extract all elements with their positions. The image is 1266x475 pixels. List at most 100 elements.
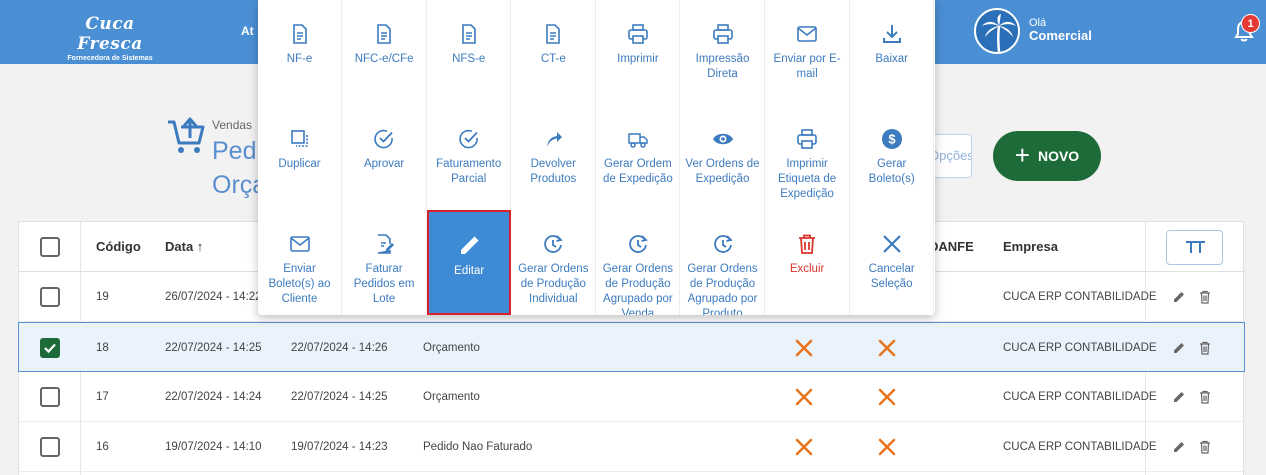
check-icon	[44, 343, 56, 354]
pencil-icon[interactable]	[1171, 289, 1187, 305]
dollar-icon: $	[881, 129, 902, 149]
menu-item-20[interactable]: Gerar Ordens de Produção Individual	[512, 210, 596, 315]
header-data[interactable]: Data ↑	[165, 222, 203, 272]
cell-status: Orçamento	[423, 342, 480, 354]
cell-empresa: CUCA ERP CONTABILIDADE	[1003, 342, 1157, 354]
logo-sub-text: Fornecedora de Sistemas	[67, 55, 153, 62]
menu-item-3[interactable]: NFS-e	[427, 0, 512, 105]
row-actions	[1171, 340, 1215, 358]
menu-item-label: Ver Ordens de Expedição	[685, 158, 760, 185]
menu-item-4[interactable]: CT-e	[512, 0, 596, 105]
close-icon	[882, 235, 901, 253]
cell-data-secondary: 22/07/2024 - 14:25	[291, 391, 388, 403]
row-checkbox[interactable]	[40, 437, 60, 457]
menu-item-label: Faturamento Parcial	[436, 158, 502, 185]
palm-tree-icon	[982, 14, 1016, 52]
menu-item-9[interactable]: Duplicar	[258, 105, 342, 210]
header-codigo[interactable]: Código	[96, 222, 141, 272]
menu-item-1[interactable]: NF-e	[258, 0, 342, 105]
pencil-icon[interactable]	[1171, 389, 1187, 405]
cell-data: 22/07/2024 - 14:24	[165, 391, 262, 403]
menu-item-12[interactable]: Devolver Produtos	[512, 105, 596, 210]
menu-item-label: Gerar Ordens de Produção Agrupado por Pr…	[687, 263, 758, 315]
new-button-label: NOVO	[1037, 148, 1080, 164]
x-mark-icon	[794, 387, 814, 407]
logo[interactable]: Cuca Fresca Fornecedora de Sistemas	[60, 14, 160, 62]
pencil-icon[interactable]	[1171, 439, 1187, 455]
trash-icon[interactable]	[1197, 389, 1213, 405]
menu-item-6[interactable]: Impressão Direta	[681, 0, 765, 105]
header-empresa[interactable]: Empresa	[1003, 222, 1058, 272]
user-name[interactable]: Comercial	[1029, 28, 1092, 43]
menu-item-10[interactable]: Aprovar	[343, 105, 427, 210]
page-subtitle: Orçamentos	[212, 171, 262, 199]
select-all-checkbox[interactable]	[40, 237, 60, 257]
x-mark-icon	[877, 387, 897, 407]
actions-menu: NF-e NFC-e/CFe NFS-e CT-e Imprimir Impressão …	[258, 0, 935, 315]
menu-item-label: Gerar Ordem de Expedição	[603, 158, 673, 185]
pencil-icon[interactable]	[1171, 340, 1187, 356]
menu-item-7[interactable]: Enviar por E-mail	[766, 0, 850, 105]
cell-empresa: CUCA ERP CONTABILIDADE	[1003, 441, 1157, 453]
x-mark-icon	[794, 338, 814, 358]
menu-item-label: Faturar Pedidos em Lote	[353, 263, 415, 305]
menu-item-14[interactable]: Ver Ordens de Expedição	[681, 105, 765, 210]
menu-item-label: Baixar	[875, 53, 908, 65]
x-mark-icon	[794, 437, 814, 457]
cart-icon	[168, 117, 205, 153]
table-row[interactable]: 18 22/07/2024 - 14:25 22/07/2024 - 14:26 Or…	[18, 322, 1245, 372]
row-checkbox[interactable]	[40, 387, 60, 407]
menu-item-24[interactable]: Cancelar Seleção	[850, 210, 935, 315]
trash-icon[interactable]	[1197, 340, 1213, 356]
menu-item-23[interactable]: Excluir	[766, 210, 850, 315]
menu-item-label: Imprimir Etiqueta de Expedição	[778, 158, 837, 200]
row-checkbox[interactable]	[40, 338, 60, 358]
envelope-icon	[289, 236, 310, 252]
row-actions	[1171, 289, 1215, 307]
menu-item-22[interactable]: Gerar Ordens de Produção Agrupado por Pr…	[681, 210, 765, 315]
cell-status: Pedido Nao Faturado	[423, 441, 533, 453]
eye-icon	[712, 133, 733, 145]
cell-data: 22/07/2024 - 14:25	[165, 342, 262, 354]
menu-item-8[interactable]: Baixar	[850, 0, 935, 105]
cell-data-secondary: 22/07/2024 - 14:26	[291, 342, 388, 354]
cell-data-secondary: 19/07/2024 - 14:23	[291, 441, 388, 453]
menu-item-label: Duplicar	[278, 158, 321, 170]
breadcrumb[interactable]: Vendas	[212, 118, 252, 132]
menu-item-16[interactable]: $ Gerar Boleto(s)	[850, 105, 935, 210]
row-checkbox[interactable]	[40, 287, 60, 307]
document-icon	[546, 24, 561, 44]
menu-item-label: NFC-e/CFe	[354, 53, 414, 65]
menu-item-11[interactable]: Faturamento Parcial	[427, 105, 512, 210]
x-mark-icon	[877, 437, 897, 457]
x-mark-icon	[877, 338, 897, 358]
menu-item-21[interactable]: Gerar Ordens de Produção Agrupado por Ve…	[596, 210, 681, 315]
menu-item-18[interactable]: Faturar Pedidos em Lote	[343, 210, 427, 315]
header-danfe[interactable]: DANFE	[929, 222, 974, 272]
avatar[interactable]	[974, 8, 1020, 54]
cell-codigo: 18	[96, 342, 109, 354]
trash-icon[interactable]	[1197, 289, 1213, 305]
trash-icon[interactable]	[1197, 439, 1213, 455]
notification-badge: 1	[1241, 14, 1260, 33]
menu-item-5[interactable]: Imprimir	[596, 0, 681, 105]
duplicate-icon	[290, 130, 308, 147]
cell-data: 26/07/2024 - 14:22	[165, 291, 262, 303]
check-circle-icon	[374, 129, 393, 149]
menu-item-2[interactable]: NFC-e/CFe	[343, 0, 427, 105]
table-row[interactable]: 17 22/07/2024 - 14:24 22/07/2024 - 14:25 Or…	[19, 372, 1245, 422]
menu-item-17[interactable]: Enviar Boleto(s) ao Cliente	[258, 210, 342, 315]
document-icon	[461, 24, 476, 44]
truck-icon	[628, 133, 648, 148]
table-row[interactable]: 16 19/07/2024 - 14:10 19/07/2024 - 14:23 Pe…	[19, 422, 1245, 472]
column-settings-button[interactable]	[1166, 230, 1223, 265]
menu-item-label: Devolver Produtos	[530, 158, 577, 185]
nav-item-partial[interactable]: At	[241, 24, 254, 38]
menu-item-13[interactable]: Gerar Ordem de Expedição	[596, 105, 681, 210]
columns-icon	[1186, 241, 1205, 253]
cell-empresa: CUCA ERP CONTABILIDADE	[1003, 291, 1157, 303]
new-button[interactable]: + NOVO	[993, 131, 1101, 181]
menu-item-19[interactable]: Editar	[427, 210, 512, 315]
menu-item-15[interactable]: Imprimir Etiqueta de Expedição	[766, 105, 850, 210]
cell-codigo: 19	[96, 291, 109, 303]
